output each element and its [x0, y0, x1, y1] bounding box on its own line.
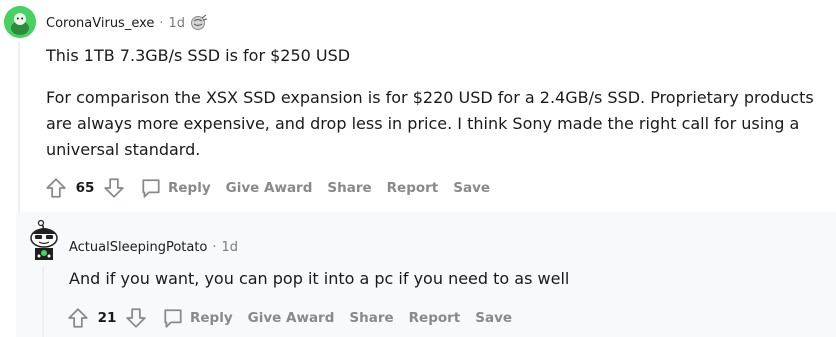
comment-meta: CoronaVirus_exe · 1d [46, 14, 208, 32]
comment-actions: 65 Reply Give Award Share Report Save [44, 176, 490, 200]
reply-label: Reply [168, 180, 211, 196]
avatar[interactable] [26, 219, 62, 264]
report-button[interactable]: Report [409, 310, 461, 326]
snoo-avatar-icon [30, 219, 58, 260]
downvote-button[interactable] [102, 176, 126, 200]
save-button[interactable]: Save [453, 180, 490, 196]
save-button[interactable]: Save [475, 310, 512, 326]
report-button[interactable]: Report [387, 180, 439, 196]
award-icon[interactable] [190, 14, 208, 32]
meta-separator: · [212, 240, 217, 255]
give-award-button[interactable]: Give Award [226, 180, 313, 196]
upvote-button[interactable] [44, 176, 68, 200]
save-label: Save [453, 180, 491, 196]
comment-bubble-icon [142, 179, 160, 198]
share-label: Share [327, 180, 372, 196]
comment-paragraph: This 1TB 7.3GB/s SSD is for $250 USD [46, 46, 351, 65]
meta-separator: · [159, 15, 164, 31]
upvote-button[interactable] [66, 306, 90, 330]
author-name[interactable]: ActualSleepingPotato [69, 240, 207, 255]
share-button[interactable]: Share [327, 180, 371, 196]
author-name[interactable]: CoronaVirus_exe [46, 16, 154, 31]
save-label: Save [475, 310, 513, 326]
snoo-avatar-icon [4, 6, 36, 38]
upvote-arrow-icon [46, 178, 66, 198]
avatar[interactable] [4, 6, 36, 38]
comment-paragraph: For comparison the XSX SSD expansion is … [46, 88, 814, 159]
reply-button[interactable]: Reply [162, 307, 233, 329]
timestamp[interactable]: 1d [169, 16, 186, 31]
downvote-arrow-icon [104, 178, 124, 198]
thread-line[interactable] [18, 42, 20, 212]
vote-score: 21 [97, 310, 117, 326]
thread-line[interactable] [42, 266, 44, 337]
give-award-label: Give Award [247, 310, 335, 326]
timestamp[interactable]: 1d [222, 240, 239, 255]
downvote-arrow-icon [126, 308, 146, 328]
comment-bubble-icon [164, 309, 182, 328]
give-award-button[interactable]: Give Award [248, 310, 335, 326]
comment-meta: ActualSleepingPotato · 1d [69, 240, 238, 255]
vote-score: 65 [75, 180, 95, 196]
report-label: Report [386, 180, 439, 196]
comment-actions: 21 Reply Give Award Share Report Save [66, 306, 512, 330]
downvote-button[interactable] [124, 306, 148, 330]
comment-body: This 1TB 7.3GB/s SSD is for $250 USD For… [46, 43, 836, 173]
give-award-label: Give Award [225, 180, 313, 196]
comment-body: And if you want, you can pop it into a p… [69, 266, 829, 302]
comment-paragraph: And if you want, you can pop it into a p… [69, 269, 570, 288]
upvote-arrow-icon [68, 308, 88, 328]
reply-label: Reply [190, 310, 233, 326]
share-button[interactable]: Share [349, 310, 393, 326]
report-label: Report [408, 310, 461, 326]
share-label: Share [349, 310, 394, 326]
reply-button[interactable]: Reply [140, 177, 211, 199]
